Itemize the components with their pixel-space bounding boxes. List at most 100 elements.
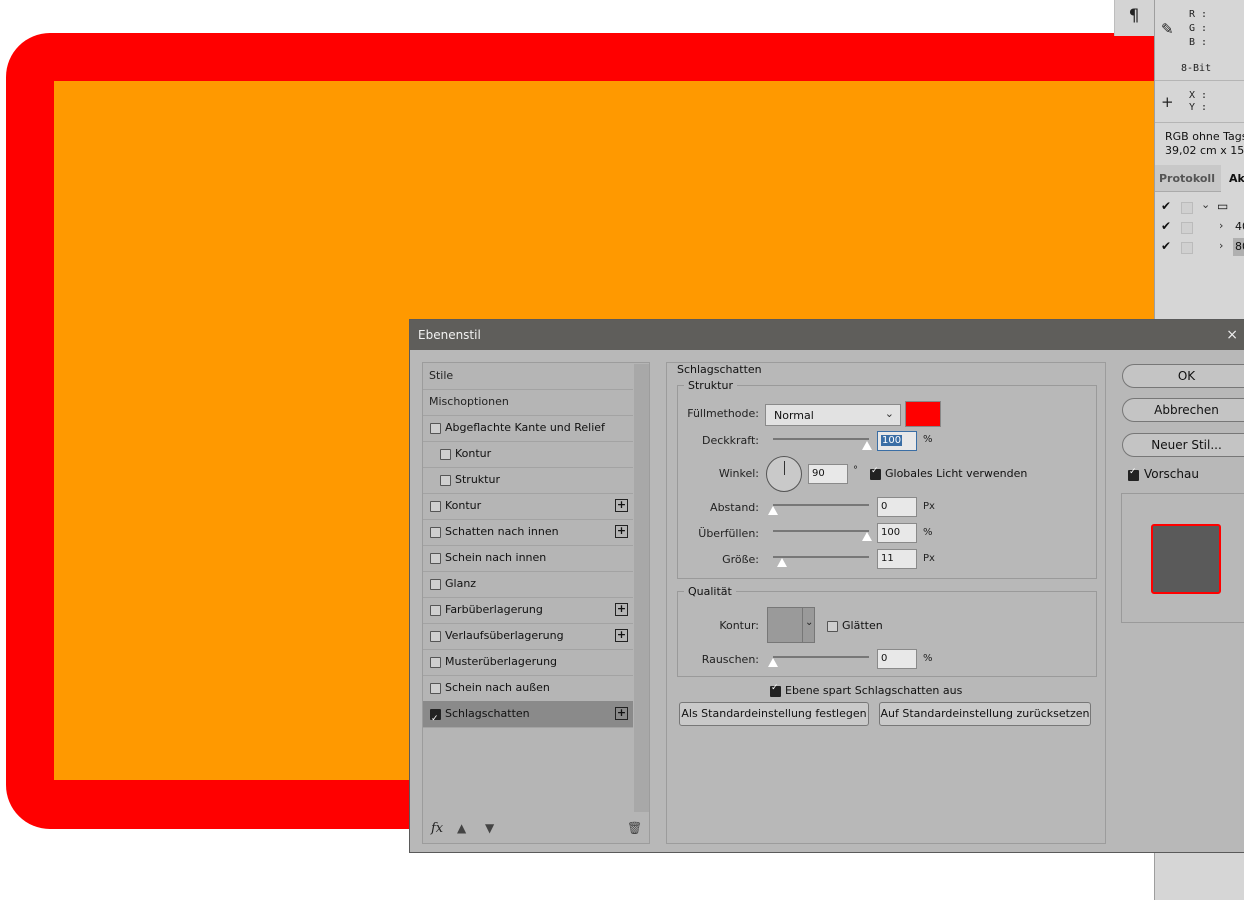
panel-title: Schlagschatten	[677, 363, 762, 376]
noise-slider-thumb[interactable]	[768, 658, 778, 667]
list-item-farbueberlagerung[interactable]: Farbüberlagerung +	[423, 597, 633, 624]
toggle-dialog-box[interactable]	[1181, 222, 1193, 234]
spread-unit: %	[923, 527, 933, 538]
rgb-r-label: R :	[1189, 9, 1208, 20]
add-icon[interactable]: +	[615, 525, 628, 538]
tab-aktionen[interactable]: Ak	[1221, 165, 1244, 192]
smooth-checkbox[interactable]	[827, 621, 838, 632]
noise-input[interactable]: 0	[877, 649, 917, 669]
checkbox-checked[interactable]	[430, 706, 441, 732]
checkbox[interactable]	[440, 475, 451, 486]
angle-unit: °	[853, 465, 858, 476]
add-icon[interactable]: +	[615, 499, 628, 512]
checkbox[interactable]	[430, 423, 441, 434]
angle-dial[interactable]	[766, 456, 802, 492]
list-item-kontur-sub[interactable]: Kontur	[423, 441, 633, 468]
knockout-checkbox[interactable]	[770, 683, 781, 697]
reset-default-button[interactable]: Auf Standardeinstellung zurücksetzen	[879, 702, 1091, 726]
arrow-down-icon[interactable]: ▼	[485, 821, 494, 835]
chevron-right-icon[interactable]: ›	[1219, 239, 1223, 252]
history-row-label: 40	[1235, 220, 1244, 233]
list-item-schein-nach-innen[interactable]: Schein nach innen	[423, 545, 633, 572]
x-label: X :	[1189, 90, 1208, 101]
opacity-slider[interactable]	[773, 438, 869, 440]
preview-area	[1121, 493, 1244, 623]
arrow-up-icon[interactable]: ▲	[457, 821, 466, 835]
list-item-schlagschatten[interactable]: Schlagschatten+	[423, 701, 633, 732]
new-style-button[interactable]: Neuer Stil...	[1122, 433, 1244, 457]
spread-input[interactable]: 100	[877, 523, 917, 543]
chevron-down-icon[interactable]: ⌄	[805, 617, 813, 628]
shadow-color-swatch[interactable]	[905, 401, 941, 427]
noise-slider[interactable]	[773, 656, 869, 658]
struktur-legend: Struktur	[688, 379, 733, 392]
opacity-input[interactable]: 100	[877, 431, 917, 451]
checkbox[interactable]	[430, 631, 441, 642]
blend-mode-label: Füllmethode:	[687, 407, 759, 420]
drop-shadow-panel: Schlagschatten Struktur Füllmethode: Nor…	[666, 362, 1106, 844]
checkbox[interactable]	[440, 449, 451, 460]
dialog-titlebar[interactable]: Ebenenstil	[410, 320, 1244, 350]
checkbox[interactable]	[430, 657, 441, 668]
global-light-checkbox[interactable]	[870, 466, 881, 480]
add-icon[interactable]: +	[615, 707, 628, 720]
distance-slider[interactable]	[773, 504, 869, 506]
list-item-verlaufsueberlagerung[interactable]: Verlaufsüberlagerung +	[423, 623, 633, 650]
toggle-dialog-box[interactable]	[1181, 242, 1193, 254]
chevron-down-icon[interactable]: ⌄	[1201, 198, 1210, 211]
preview-checkbox[interactable]	[1128, 467, 1139, 481]
size-unit: Px	[923, 553, 935, 564]
distance-slider-thumb[interactable]	[768, 506, 778, 515]
doc-profile: RGB ohne Tags	[1165, 130, 1244, 143]
history-row[interactable]: ✔ ⌄ ▭	[1155, 198, 1244, 216]
add-icon[interactable]: +	[615, 603, 628, 616]
set-default-button[interactable]: Als Standardeinstellung festlegen	[679, 702, 869, 726]
folder-icon: ▭	[1217, 199, 1229, 213]
checkbox[interactable]	[430, 501, 441, 512]
list-item-mischoptionen[interactable]: Mischoptionen	[423, 389, 633, 416]
history-row[interactable]: ✔ › 80	[1155, 238, 1244, 256]
history-row[interactable]: ✔ › 40	[1155, 218, 1244, 236]
history-tabbar: Protokoll Ak	[1155, 165, 1244, 192]
checkbox[interactable]	[430, 683, 441, 694]
chevron-down-icon: ⌄	[884, 407, 894, 420]
list-scrollbar[interactable]	[634, 364, 649, 812]
rgb-g-label: G :	[1189, 23, 1208, 34]
checkbox[interactable]	[430, 605, 441, 616]
list-item-abgeflachte-kante[interactable]: Abgeflachte Kante und Relief	[423, 415, 633, 442]
global-light-label: Globales Licht verwenden	[885, 467, 1028, 480]
tab-protokoll[interactable]: Protokoll	[1155, 165, 1219, 192]
size-input[interactable]: 11	[877, 549, 917, 569]
rgb-b-label: B :	[1189, 37, 1208, 48]
list-item-schein-nach-aussen[interactable]: Schein nach außen	[423, 675, 633, 702]
trash-icon[interactable]: 🗑	[627, 821, 642, 835]
list-item-kontur[interactable]: Kontur +	[423, 493, 633, 520]
list-item-musterueberlagerung[interactable]: Musterüberlagerung	[423, 649, 633, 676]
distance-input[interactable]: 0	[877, 497, 917, 517]
paragraph-icon[interactable]: ¶	[1114, 6, 1154, 26]
list-item-stile[interactable]: Stile	[423, 363, 633, 390]
close-icon[interactable]: ×	[1226, 320, 1238, 350]
spread-slider-thumb[interactable]	[862, 532, 872, 541]
list-item-schatten-nach-innen[interactable]: Schatten nach innen +	[423, 519, 633, 546]
checkbox[interactable]	[430, 579, 441, 590]
angle-input[interactable]: 90	[808, 464, 848, 484]
size-slider-thumb[interactable]	[777, 558, 787, 567]
quality-legend: Qualität	[688, 585, 732, 598]
check-icon: ✔	[1161, 199, 1172, 213]
spread-slider[interactable]	[773, 530, 869, 532]
list-item-glanz[interactable]: Glanz	[423, 571, 633, 598]
list-item-struktur-sub[interactable]: Struktur	[423, 467, 633, 494]
size-slider[interactable]	[773, 556, 869, 558]
chevron-right-icon[interactable]: ›	[1219, 219, 1223, 232]
add-icon[interactable]: +	[615, 629, 628, 642]
toggle-dialog-box[interactable]	[1181, 202, 1193, 214]
fx-icon[interactable]: fx	[431, 821, 443, 836]
checkbox[interactable]	[430, 553, 441, 564]
checkbox[interactable]	[430, 527, 441, 538]
opacity-slider-thumb[interactable]	[862, 441, 872, 450]
ok-button[interactable]: OK	[1122, 364, 1244, 388]
contour-picker[interactable]: ⌄	[767, 607, 815, 643]
cancel-button[interactable]: Abbrechen	[1122, 398, 1244, 422]
blend-mode-select[interactable]: Normal ⌄	[765, 404, 901, 426]
